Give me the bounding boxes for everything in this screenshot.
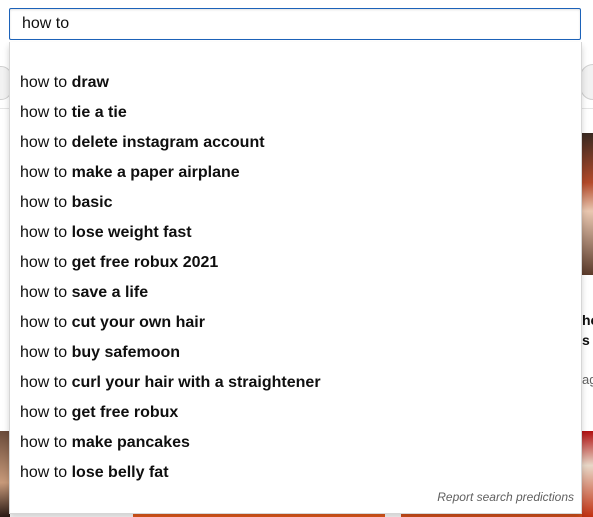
suggestion-completion: buy safemoon [71,344,181,361]
suggestion-item[interactable]: how to get free robux 2021 [10,248,581,278]
suggestion-prefix: how to [20,374,72,391]
suggestion-prefix: how to [20,464,72,481]
suggestion-prefix: how to [20,314,72,331]
suggestion-prefix: how to [20,284,72,301]
suggestion-item[interactable]: how to curl your hair with a straightene… [10,368,581,398]
suggestion-completion: lose weight fast [71,224,192,241]
suggestion-completion: make pancakes [71,434,190,451]
suggestion-prefix: how to [20,404,72,421]
suggestion-completion: cut your own hair [71,314,205,331]
suggestion-prefix: how to [20,104,72,121]
video-title-partial[interactable]: s [582,330,590,350]
suggestion-item[interactable]: how to draw [10,68,581,98]
report-search-predictions-link[interactable]: Report search predictions [437,490,574,504]
suggestion-item[interactable]: how to cut your own hair [10,308,581,338]
suggestion-item[interactable]: how to save a life [10,278,581,308]
suggestion-prefix: how to [20,164,72,181]
video-title-partial[interactable]: he [582,310,593,330]
suggestion-completion: draw [71,74,109,91]
suggestion-completion: tie a tie [71,104,127,121]
suggestion-completion: get free robux 2021 [71,254,219,271]
suggestion-prefix: how to [20,344,72,361]
suggestion-prefix: how to [20,434,72,451]
suggestion-completion: get free robux [71,404,179,421]
suggestion-completion: curl your hair with a straightener [71,374,321,391]
suggestion-item[interactable]: how to get free robux [10,398,581,428]
suggestion-item[interactable]: how to delete instagram account [10,128,581,158]
suggestion-item[interactable]: how to make pancakes [10,428,581,458]
suggestion-item[interactable]: how to basic [10,188,581,218]
suggestion-item[interactable]: how to lose weight fast [10,218,581,248]
video-thumbnail[interactable] [581,133,593,275]
search-suggestions-dropdown: how to draw how to tie a tie how to delete… [9,42,582,514]
video-thumbnail[interactable] [582,431,593,517]
suggestion-completion: basic [71,194,113,211]
suggestion-completion: make a paper airplane [71,164,240,181]
suggestion-item[interactable]: how to buy safemoon [10,338,581,368]
suggestion-prefix: how to [20,134,72,151]
suggestion-prefix: how to [20,224,72,241]
suggestion-completion: lose belly fat [71,464,169,481]
suggestion-item[interactable]: how to lose belly fat [10,458,581,488]
suggestion-item[interactable]: how to tie a tie [10,98,581,128]
suggestion-prefix: how to [20,194,72,211]
suggestions-list: how to draw how to tie a tie how to delete… [10,68,581,488]
search-box[interactable] [9,8,581,40]
suggestion-completion: delete instagram account [71,134,265,151]
video-meta-partial: ag [582,372,593,387]
suggestion-prefix: how to [20,254,72,271]
search-input[interactable] [22,9,568,39]
suggestion-item[interactable]: how to make a paper airplane [10,158,581,188]
suggestion-prefix: how to [20,74,72,91]
suggestion-completion: save a life [71,284,149,301]
